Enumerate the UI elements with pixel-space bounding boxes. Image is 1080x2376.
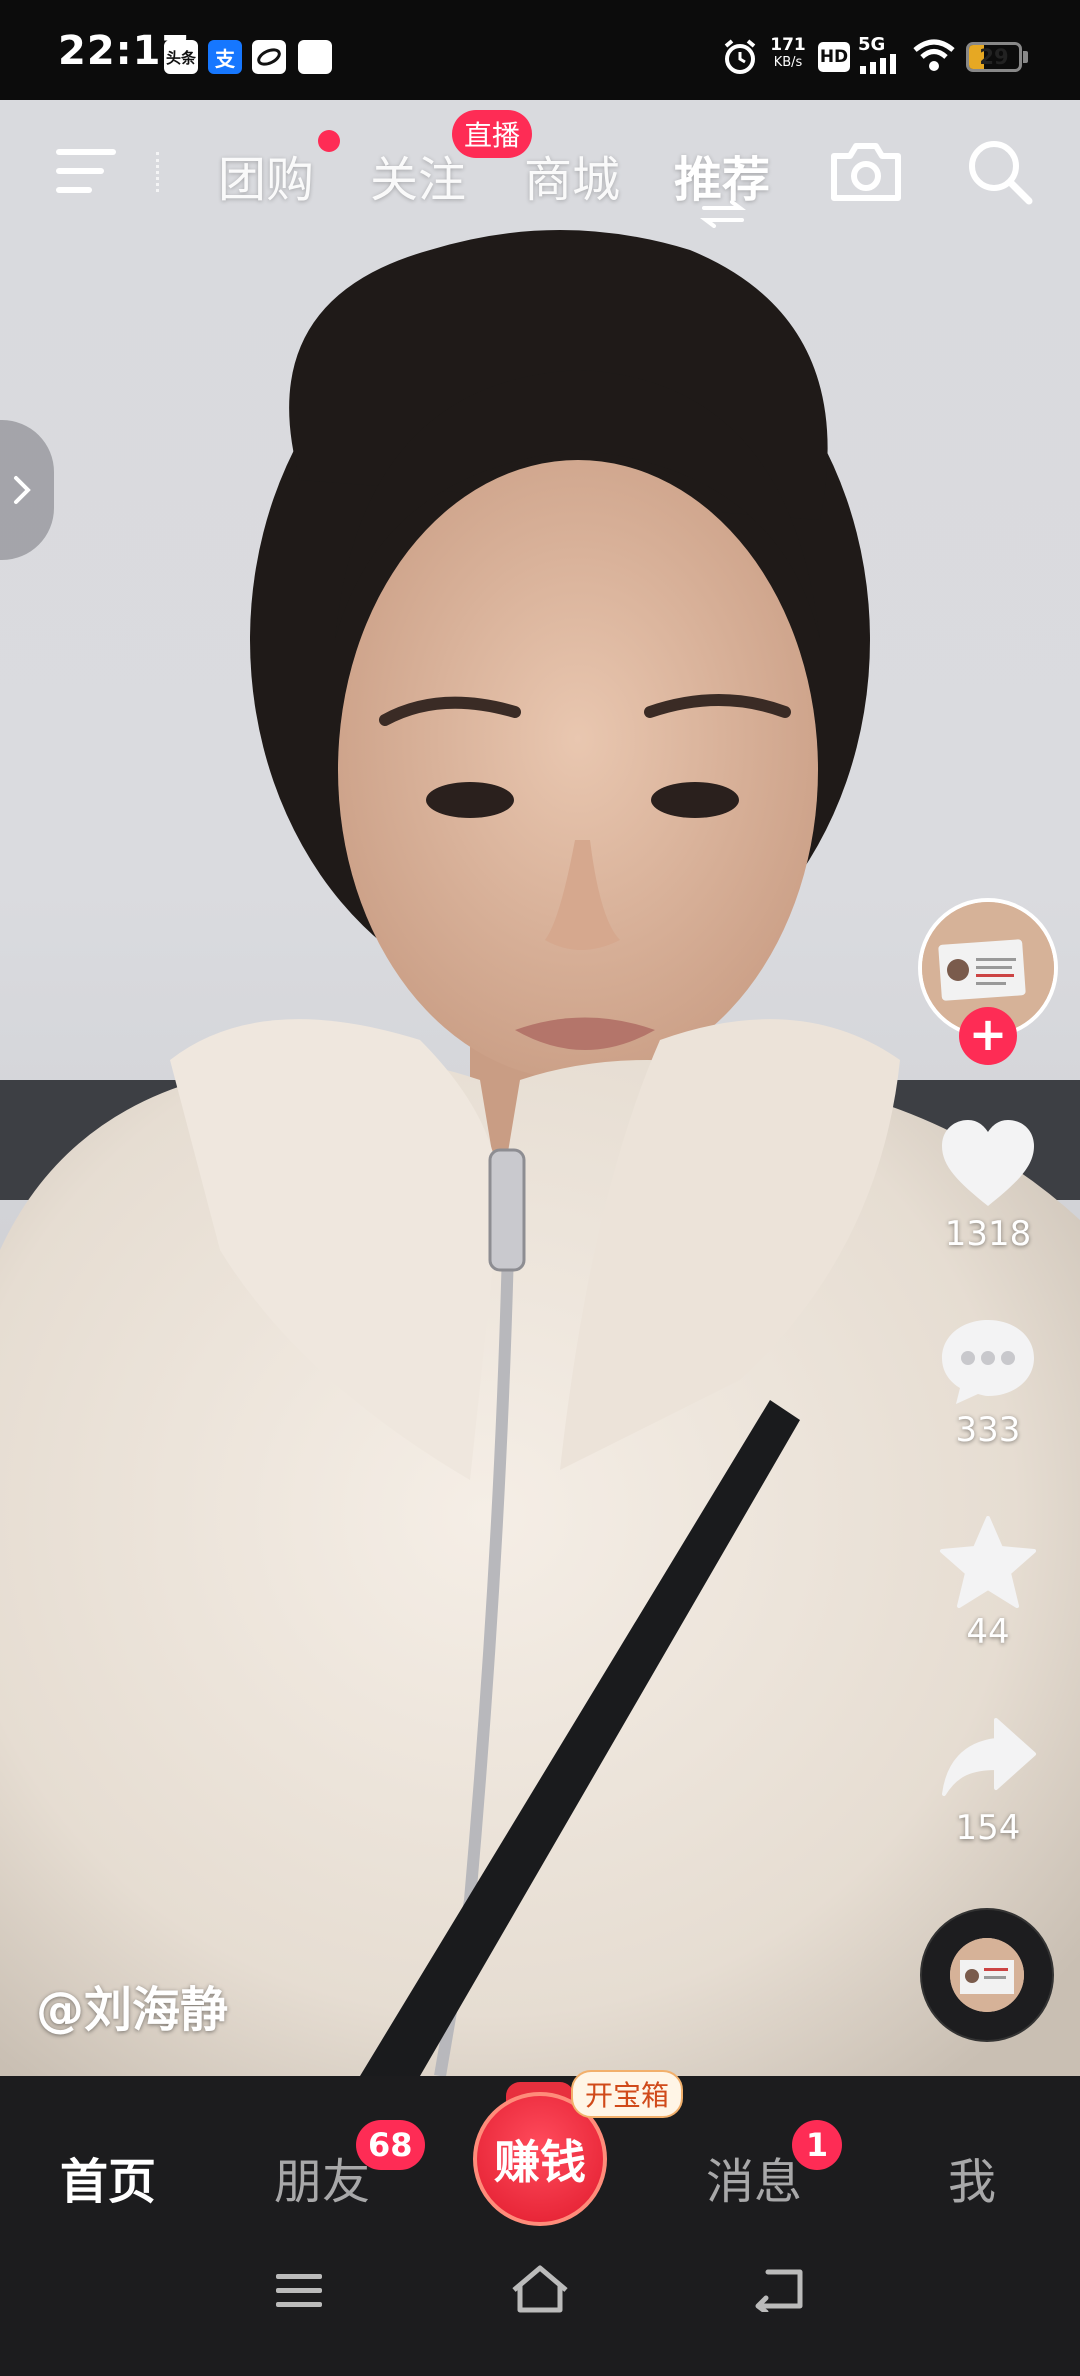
like-count: 1318 (944, 1214, 1032, 1254)
camera-icon[interactable] (828, 138, 904, 204)
nav-divider (156, 152, 162, 192)
net-speed-value: 171 (770, 35, 806, 55)
music-cover (950, 1938, 1024, 2012)
favorite-action[interactable]: 44 (918, 1516, 1058, 1652)
home-nav-icon[interactable] (510, 2264, 570, 2314)
comment-action[interactable]: 333 (918, 1316, 1058, 1450)
star-icon (940, 1516, 1036, 1608)
tab-mall[interactable]: 商城 (524, 140, 620, 210)
comment-icon (942, 1320, 1034, 1404)
share-count: 154 (955, 1808, 1021, 1848)
recent-apps-icon[interactable] (274, 2270, 324, 2310)
group-buy-red-dot (318, 130, 340, 152)
tab-me[interactable]: 我 (948, 2142, 996, 2212)
messages-badge: 1 (792, 2120, 842, 2170)
music-disc[interactable] (920, 1908, 1054, 2042)
tab-group-buy[interactable]: 团购 (218, 140, 314, 210)
tab-messages[interactable]: 消息 (706, 2142, 802, 2212)
battery-level-text: 29 (979, 45, 1009, 69)
link-app-icon (252, 40, 286, 74)
friends-badge: 68 (356, 2120, 425, 2170)
app-square-icon (298, 40, 332, 74)
status-bar: 22:17 头条 支 171 KB/s HD 5G 29 (0, 0, 1080, 100)
switch-arrows-icon (700, 200, 746, 228)
follow-button[interactable]: + (959, 1007, 1017, 1065)
signal-icon (860, 54, 896, 74)
comment-count: 333 (955, 1410, 1021, 1450)
search-icon[interactable] (966, 138, 1034, 206)
top-nav: 团购 关注 直播 商城 推荐 (0, 100, 1080, 240)
favorite-count: 44 (966, 1612, 1010, 1652)
tab-following[interactable]: 关注 (370, 140, 466, 210)
hd-icon: HD (818, 42, 850, 72)
author-name[interactable]: @刘海静 (36, 1970, 228, 2040)
share-arrow-icon (942, 1718, 1036, 1796)
share-action[interactable]: 154 (918, 1714, 1058, 1848)
net-speed-unit: KB/s (773, 55, 803, 70)
alarm-icon (724, 39, 756, 74)
tab-friends[interactable]: 朋友 (274, 2142, 370, 2212)
live-badge: 直播 (452, 110, 533, 158)
menu-icon[interactable] (54, 145, 118, 197)
open-chest-label[interactable]: 开宝箱 (571, 2070, 684, 2118)
tab-home[interactable]: 首页 (60, 2142, 156, 2212)
like-action[interactable]: 1318 (918, 1118, 1058, 1254)
heart-icon (942, 1120, 1034, 1206)
chevron-right-icon (14, 476, 31, 504)
alipay-app-icon: 支 (208, 40, 242, 74)
back-nav-icon[interactable] (754, 2266, 806, 2312)
toutiao-app-icon: 头条 (164, 40, 198, 74)
battery-icon: 29 (966, 42, 1022, 72)
wifi-icon (913, 39, 955, 71)
battery-tip (1023, 51, 1028, 63)
system-nav-bar (0, 2226, 1080, 2376)
